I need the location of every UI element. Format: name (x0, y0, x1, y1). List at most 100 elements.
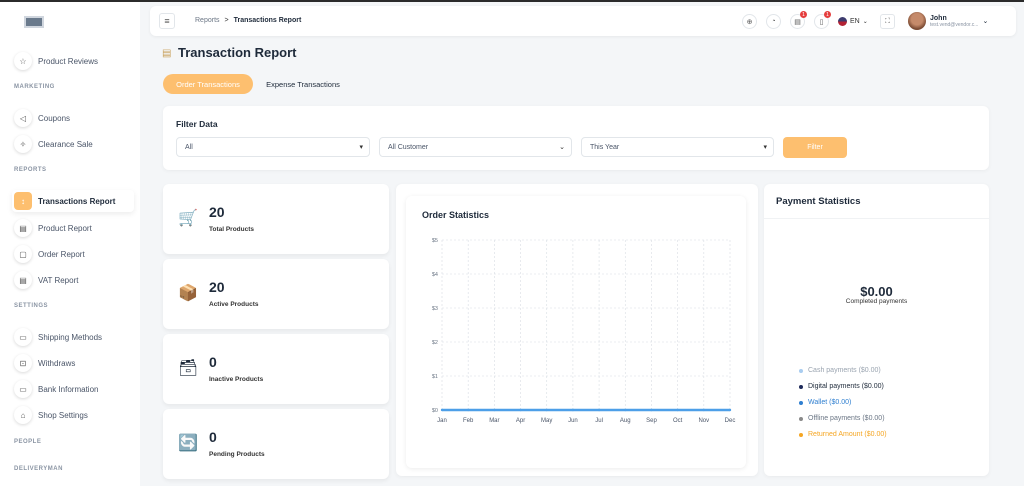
payment-amount-label: Completed payments (845, 298, 908, 305)
vat-icon: ▤ (14, 271, 32, 289)
us-flag-icon (838, 17, 847, 26)
customer-select[interactable]: All Customer ⌄ (379, 137, 572, 157)
x-tick-label: Sep (646, 418, 657, 424)
sparkle-icon: ✧ (14, 135, 32, 153)
order-statistics-card: Order Statistics $0 $1 $2 $3 $4 $5 Jan Feb Mar Ap… (396, 184, 758, 476)
legend-label: Offline payments ($0.00) (808, 415, 885, 422)
legend-dot-icon (799, 400, 803, 405)
period-select-value: This Year (590, 143, 620, 151)
tab-expense-transactions[interactable]: Expense Transactions (258, 74, 348, 94)
bell-icon: ◔ (771, 18, 776, 25)
section-marketing: MARKETING (14, 84, 55, 90)
stat-value: 20 (209, 279, 225, 295)
x-tick-label: Jan (437, 418, 447, 424)
cart-icon: ▯ (819, 18, 824, 26)
language-label: EN (850, 18, 860, 25)
type-select[interactable]: All ▾ (176, 137, 370, 157)
legend-item[interactable]: Wallet ($0.00) (799, 399, 851, 406)
stat-card-inactive-products: 🗃 0 Inactive Products (163, 334, 389, 404)
sidebar-item-product-reviews[interactable]: ☆ Product Reviews (14, 50, 136, 72)
legend-item[interactable]: Offline payments ($0.00) (799, 415, 885, 422)
stat-value: 0 (209, 429, 217, 445)
sidebar-item-bank-information[interactable]: ▭ Bank Information (14, 378, 136, 400)
sidebar-item-transactions-report[interactable]: ↕ Transactions Report (12, 190, 134, 212)
messages-badge: 1 (800, 11, 807, 18)
order-statistics-panel: Order Statistics $0 $1 $2 $3 $4 $5 Jan Feb Mar Ap… (406, 196, 746, 468)
messages-button[interactable]: ▤ 1 (790, 11, 807, 29)
filter-button[interactable]: Filter (783, 137, 847, 158)
sidebar-item-shop-settings[interactable]: ⌂ Shop Settings (14, 404, 136, 426)
type-select-value: All (185, 143, 193, 151)
legend-dot-icon (799, 384, 803, 389)
logo[interactable] (24, 16, 44, 28)
language-select[interactable]: EN ⌄ (838, 14, 870, 29)
sidebar-item-product-report[interactable]: ▤ Product Report (14, 217, 136, 239)
user-name: John (930, 14, 947, 22)
data-point (545, 408, 548, 412)
x-tick-label: May (541, 418, 552, 424)
y-tick-label: $4 (432, 272, 438, 278)
legend-label: Digital payments ($0.00) (808, 383, 884, 390)
sidebar-item-order-report[interactable]: ▢ Order Report (14, 243, 136, 265)
tab-order-transactions[interactable]: Order Transactions (163, 74, 253, 94)
chevron-down-icon: ⌄ (982, 18, 989, 25)
caret-down-icon: ▾ (763, 144, 767, 151)
legend-label: Cash payments ($0.00) (808, 367, 881, 374)
stat-card-active-products: 📦 20 Active Products (163, 259, 389, 329)
pending-icon: 🔄 (178, 435, 198, 452)
legend-item[interactable]: Returned Amount ($0.00) (799, 431, 887, 438)
customer-select-value: All Customer (388, 143, 429, 151)
sidebar-item-shipping-methods[interactable]: ▭ Shipping Methods (14, 326, 136, 348)
menu-toggle-button[interactable]: ≡ (159, 13, 175, 29)
x-tick-label: Oct (673, 418, 683, 424)
period-select[interactable]: This Year ▾ (581, 137, 774, 157)
data-point (466, 408, 470, 412)
legend-item[interactable]: Cash payments ($0.00) (799, 367, 881, 374)
sidebar-item-label: Coupons (38, 113, 71, 123)
stat-value: 0 (209, 354, 217, 370)
sidebar-item-label: Transactions Report (38, 196, 116, 206)
sidebar-item-label: Shipping Methods (38, 332, 103, 342)
sidebar-item-label: Product Reviews (38, 56, 99, 66)
avatar (908, 12, 926, 30)
chevron-down-icon: ⌄ (559, 144, 565, 151)
payment-title: Payment Statistics (776, 196, 861, 207)
stat-label: Active Products (209, 301, 259, 308)
fullscreen-button[interactable]: ⛶ (880, 14, 895, 29)
data-point (493, 408, 496, 412)
cart-icon: 🛒 (178, 210, 198, 227)
sidebar-item-withdraws[interactable]: ⊡ Withdraws (14, 352, 136, 374)
payment-amount: $0.00 (860, 284, 893, 299)
cart-button[interactable]: ▯ 1 (814, 11, 831, 29)
user-menu[interactable]: John test.vend@vendor.c... ⌄ (908, 10, 1000, 32)
fullscreen-icon: ⛶ (885, 17, 890, 25)
breadcrumb-parent[interactable]: Reports (195, 17, 220, 24)
sidebar-item-label: Clearance Sale (38, 139, 93, 149)
globe-icon: ⊕ (746, 18, 753, 26)
sidebar-item-clearance-sale[interactable]: ✧ Clearance Sale (14, 133, 136, 155)
order-statistics-chart: $0 $1 $2 $3 $4 $5 Jan Feb Mar Apr May Jun Jul Aug Sep O… (432, 238, 736, 424)
cart-badge: 1 (824, 11, 831, 18)
data-point (624, 408, 627, 412)
section-deliveryman: DELIVERYMAN (14, 466, 63, 472)
payment-statistics-card: Payment Statistics $0.00 Completed payme… (764, 184, 989, 476)
sidebar-item-vat-report[interactable]: ▤ VAT Report (14, 269, 136, 291)
page-title: Transaction Report (178, 45, 297, 60)
box-icon: 📦 (178, 285, 198, 302)
filter-card: Filter Data All ▾ All Customer ⌄ This Ye… (163, 106, 989, 170)
sidebar-item-coupons[interactable]: ◁ Coupons (14, 107, 136, 129)
data-point (597, 408, 601, 412)
website-button[interactable]: ⊕ (742, 14, 757, 29)
data-point (702, 408, 706, 412)
y-tick-label: $2 (432, 340, 438, 346)
sidebar-item-label: Shop Settings (38, 410, 88, 420)
notifications-button[interactable]: ◔ (766, 14, 781, 29)
order-icon: ▢ (14, 245, 32, 263)
legend-item[interactable]: Digital payments ($0.00) (799, 383, 884, 390)
stat-label: Pending Products (209, 451, 265, 458)
section-reports: REPORTS (14, 167, 47, 173)
sidebar-item-label: Bank Information (38, 384, 99, 394)
x-tick-label: Dec (725, 418, 736, 424)
inactive-box-icon: 🗃 (178, 360, 199, 377)
stat-label: Inactive Products (209, 376, 264, 383)
